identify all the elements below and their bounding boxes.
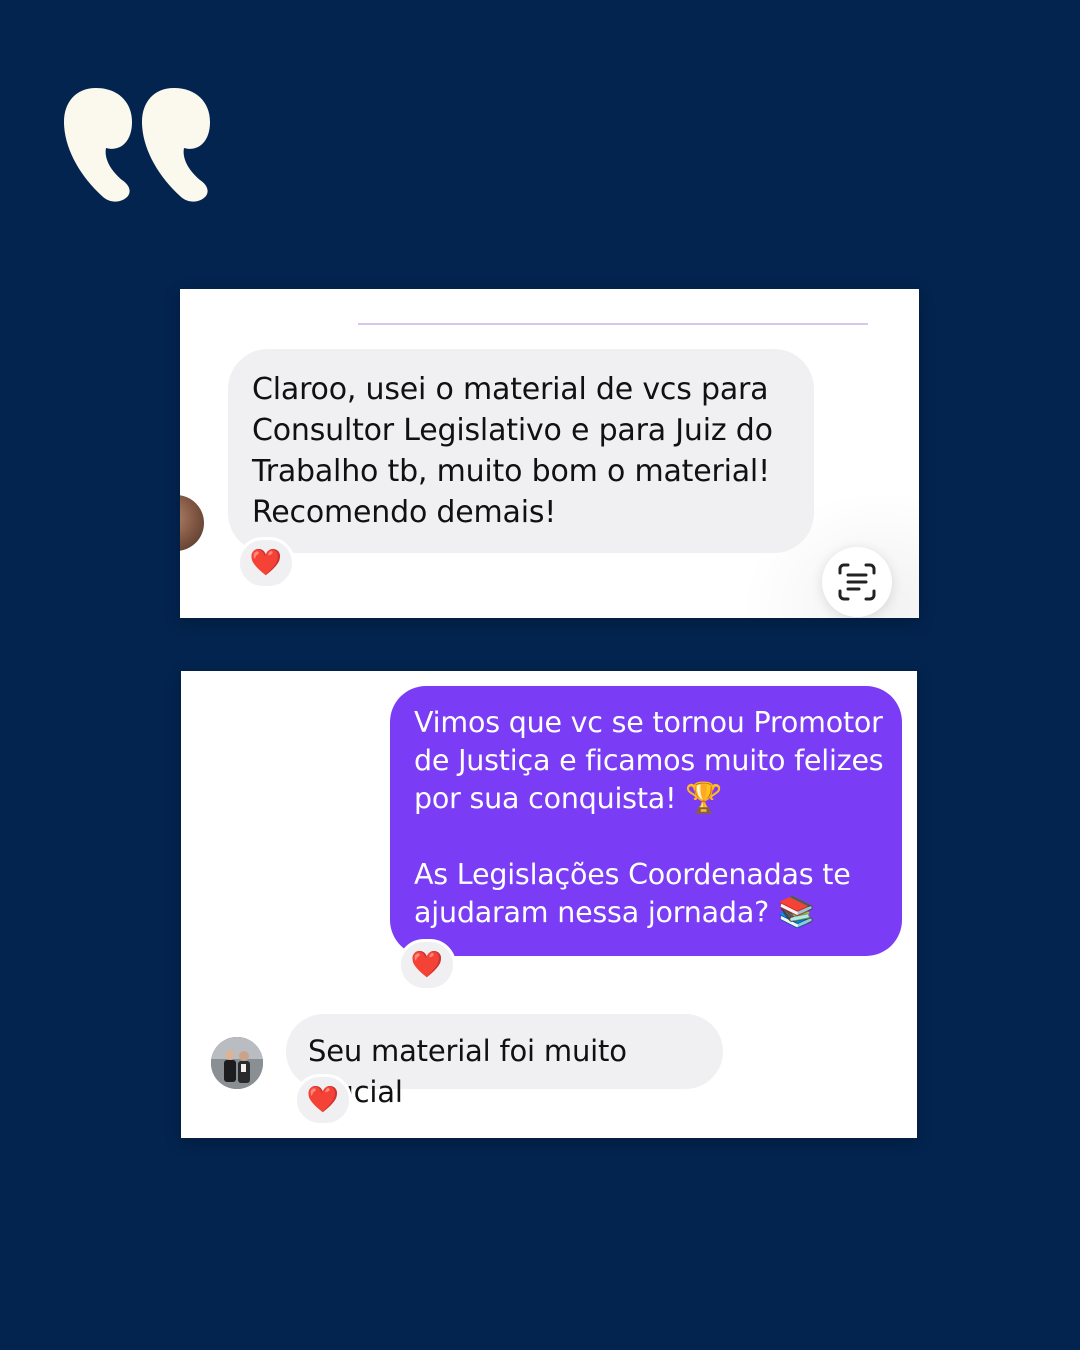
heart-reaction[interactable]: ❤️ [398,939,456,991]
trophy-icon: 🏆 [685,781,723,816]
heart-icon: ❤️ [249,548,283,578]
avatar[interactable] [211,1037,263,1089]
heart-icon: ❤️ [306,1085,340,1115]
books-icon: 📚 [777,895,816,930]
live-text-scan-button[interactable] [822,547,892,617]
message-text: Vimos que vc se tornou Promotor de Justi… [414,706,884,815]
avatar-photo [211,1037,263,1089]
heart-icon: ❤️ [410,950,444,980]
received-message-bubble[interactable]: Seu material foi muito crucial [286,1014,723,1109]
avatar[interactable] [180,495,204,551]
received-message-bubble[interactable]: Claroo, usei o material de vcs para Cons… [228,349,814,553]
opening-quotation-mark-icon [64,88,210,202]
message-text: Seu material foi muito crucial [308,1034,627,1109]
chat-screenshot-2: Vimos que vc se tornou Promotor de Justi… [181,671,917,1138]
sent-message-bubble[interactable]: Vimos que vc se tornou Promotor de Justi… [390,686,902,956]
heart-reaction[interactable]: ❤️ [294,1074,352,1126]
message-text: Claroo, usei o material de vcs para Cons… [252,372,773,530]
divider [358,323,868,325]
live-text-scan-icon [838,563,876,601]
heart-reaction[interactable]: ❤️ [237,537,295,589]
chat-screenshot-1: Claroo, usei o material de vcs para Cons… [180,289,919,618]
